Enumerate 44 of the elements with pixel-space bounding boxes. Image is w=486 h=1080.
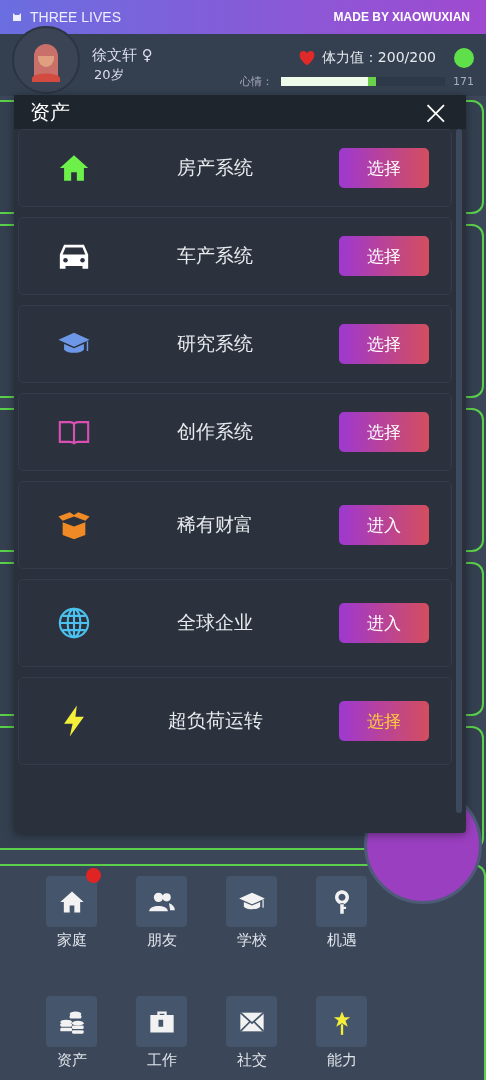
menu-label: 资产 [56, 1051, 87, 1070]
close-button[interactable]: × [421, 97, 450, 127]
select-button[interactable]: 选择 [339, 236, 429, 276]
menu-button[interactable] [226, 996, 277, 1047]
menu-button[interactable] [136, 876, 187, 927]
menu-label: 学校 [236, 931, 267, 950]
app-name: THREE LIVES [30, 9, 122, 25]
menu-label: 家庭 [56, 931, 87, 950]
select-button[interactable]: 进入 [339, 603, 429, 643]
asset-name: 全球企业 [176, 610, 254, 635]
menu-label: 朋友 [146, 931, 177, 950]
stamina-value: 体力值：200/200 [321, 49, 436, 67]
asset-name: 房产系统 [176, 155, 254, 180]
mood-label: 心情： [240, 74, 273, 89]
asset-name: 稀有财富 [176, 512, 254, 537]
menu-button[interactable] [316, 876, 367, 927]
select-button[interactable]: 选择 [339, 701, 429, 741]
asset-name: 创作系统 [176, 419, 254, 444]
cat-icon [12, 12, 22, 22]
mood-value: 171 [453, 75, 474, 88]
credit-text: MADE BY XIAOWUXIAN [333, 10, 470, 24]
status-dot [454, 48, 474, 68]
menu-label: 工作 [146, 1051, 177, 1070]
menu-button[interactable] [226, 876, 277, 927]
select-button[interactable]: 选择 [339, 324, 429, 364]
menu-label: 社交 [236, 1051, 267, 1070]
dialog-title: 资产 [30, 98, 70, 126]
menu-button[interactable] [316, 996, 367, 1047]
character-age: 20岁 [94, 66, 125, 84]
menu-button[interactable] [136, 996, 187, 1047]
asset-name: 超负荷运转 [166, 708, 264, 733]
scrollbar[interactable] [456, 129, 462, 813]
select-button[interactable]: 选择 [339, 148, 429, 188]
select-button[interactable]: 进入 [339, 505, 429, 545]
asset-name: 车产系统 [176, 243, 254, 268]
menu-button[interactable] [46, 996, 97, 1047]
character-name: 徐文轩 ♀ [92, 46, 153, 65]
globe-icon [57, 606, 91, 640]
menu-button[interactable] [46, 876, 97, 927]
asset-name: 研究系统 [176, 331, 254, 356]
menu-label: 机遇 [326, 931, 357, 950]
menu-label: 能力 [326, 1051, 357, 1070]
heart-icon [297, 50, 316, 66]
select-button[interactable]: 选择 [339, 412, 429, 452]
